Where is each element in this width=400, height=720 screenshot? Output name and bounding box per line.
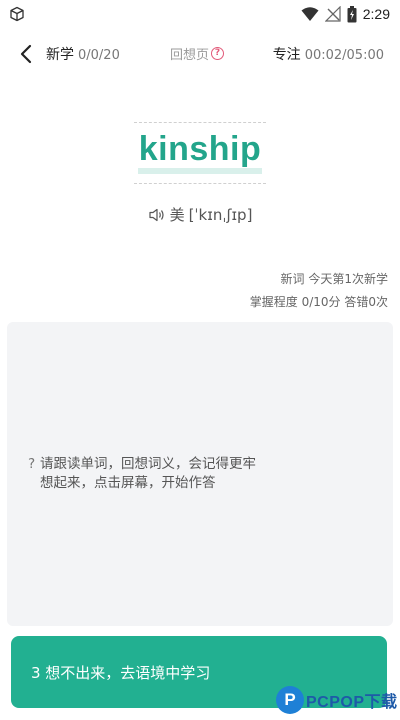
- hint-line-2: 想起来，点击屏幕，开始作答: [40, 475, 216, 491]
- top-dashed-line: [134, 122, 266, 123]
- recall-hint: ? 请跟读单词，回想词义，会记得更牢 想起来，点击屏幕，开始作答: [28, 455, 308, 493]
- watermark-text: PCPOP下载: [306, 694, 398, 711]
- pronunciation[interactable]: 美 [ˈkɪnˌʃɪp]: [0, 204, 400, 225]
- no-signal-icon: [324, 6, 341, 22]
- status-bar: 2:29: [0, 0, 400, 28]
- back-button[interactable]: [14, 42, 38, 66]
- watermark: P PCPOP下载: [276, 684, 398, 716]
- new-learn-label: 新学: [46, 47, 74, 63]
- watermark-logo: P: [276, 686, 304, 714]
- status-time: 2:29: [362, 6, 390, 22]
- hint-mark: ?: [28, 456, 36, 472]
- cube-icon: [10, 6, 24, 22]
- bottom-dashed-line: [134, 183, 266, 184]
- top-bar: 新学 0/0/20 回想页 ? 专注 00:02/05:00: [0, 38, 400, 68]
- focus-time: 00:02/05:00: [304, 48, 384, 63]
- chevron-left-icon: [20, 44, 32, 64]
- focus-timer: 专注 00:02/05:00: [273, 44, 384, 64]
- recall-page-label: 回想页: [170, 48, 210, 63]
- phonetic-text: [ˈkɪnˌʃɪp]: [188, 205, 253, 224]
- new-learn-count: 0/0/20: [78, 48, 120, 63]
- pronunciation-region: 美: [169, 206, 185, 224]
- context-learn-label: 3 想不出来，去语境中学习: [31, 664, 211, 682]
- focus-label: 专注: [272, 47, 301, 63]
- hint-line-1: 请跟读单词，回想词义，会记得更牢: [40, 456, 256, 472]
- word-text: kinship: [138, 130, 262, 168]
- help-icon[interactable]: ?: [211, 47, 225, 60]
- new-learn-counter: 新学 0/0/20: [46, 44, 120, 64]
- wifi-icon: [301, 7, 319, 21]
- word-display: kinship: [134, 122, 266, 184]
- speaker-icon[interactable]: [148, 207, 166, 223]
- recall-page-help[interactable]: 回想页 ?: [170, 44, 225, 63]
- mastery-status: 掌握程度 0/10分 答错0次: [249, 295, 388, 309]
- word-status: 新词 今天第1次新学: [280, 272, 388, 286]
- battery-icon: [347, 5, 357, 22]
